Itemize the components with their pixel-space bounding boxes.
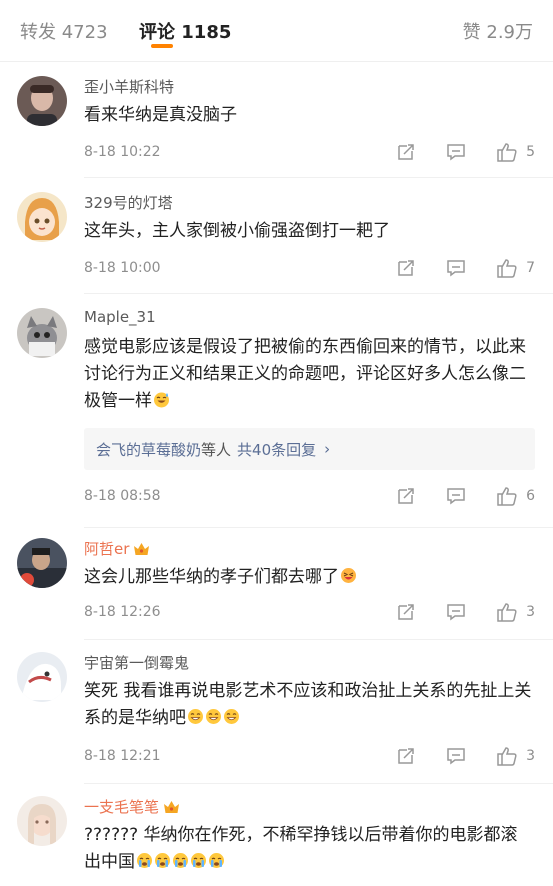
reply-button[interactable] bbox=[446, 142, 466, 162]
active-tab-indicator bbox=[151, 44, 173, 48]
reply-button[interactable] bbox=[446, 486, 466, 506]
comment-icon bbox=[447, 488, 465, 505]
comment-text-content: 笑死 我看谁再说电影艺术不应该和政治扯上关系的先扯上关系的是华纳吧 bbox=[84, 681, 532, 728]
username[interactable]: 歪小羊斯科特 bbox=[84, 76, 174, 97]
comment-actions: 3 bbox=[396, 601, 535, 623]
thumbs-up-icon bbox=[497, 259, 517, 278]
comment-text-content: 感觉电影应该是假设了把被偷的东西偷回来的情节，以此来讨论行为正义和结果正义的命题… bbox=[84, 337, 526, 411]
reply-user[interactable]: 会飞的草莓酸奶 bbox=[96, 439, 201, 460]
comment-item: Maple_31 感觉电影应该是假设了把被偷的东西偷回来的情节，以此来讨论行为正… bbox=[0, 294, 553, 528]
chevron-right-icon: › bbox=[324, 440, 331, 458]
repost-button[interactable] bbox=[396, 746, 416, 766]
sweat-smile-emoji-icon bbox=[154, 392, 169, 408]
like-count: 5 bbox=[526, 144, 535, 160]
comment-text: 看来华纳是真没脑子 bbox=[84, 105, 237, 125]
comment-text: ?????? 华纳你在作死，不稀罕挣钱以后带着你的电影都滚出中国 bbox=[84, 822, 534, 878]
like-count: 3 bbox=[526, 604, 535, 620]
avatar[interactable] bbox=[17, 538, 67, 588]
comment-text: 笑死 我看谁再说电影艺术不应该和政治扯上关系的先扯上关系的是华纳吧 bbox=[84, 678, 534, 734]
tab-likes[interactable]: 赞 2.9万 bbox=[463, 18, 533, 44]
comment-text: 这年头，主人家倒被小偷强盗倒打一耙了 bbox=[84, 221, 390, 241]
tab-comments[interactable]: 评论 1185 bbox=[139, 18, 231, 44]
username[interactable]: Maple_31 bbox=[84, 308, 156, 326]
reply-preview[interactable]: 会飞的草莓酸奶 等人 共40条回复 › bbox=[84, 428, 535, 470]
thumbs-up-icon bbox=[497, 487, 517, 506]
crying-emoji-icon bbox=[173, 853, 188, 868]
laugh-cry-emoji-icon bbox=[188, 709, 203, 724]
laugh-cry-emoji-icon bbox=[224, 709, 239, 724]
comment-actions: 5 bbox=[396, 141, 535, 163]
username[interactable]: 一支毛笔笔 bbox=[84, 796, 180, 817]
like-count: 6 bbox=[526, 488, 535, 504]
vip-crown-icon bbox=[134, 542, 150, 555]
username[interactable]: 阿哲er bbox=[84, 538, 150, 559]
share-icon bbox=[398, 604, 414, 620]
comment-icon bbox=[447, 604, 465, 621]
comment-icon bbox=[447, 144, 465, 161]
like-button[interactable]: 7 bbox=[496, 257, 535, 279]
reply-button[interactable] bbox=[446, 602, 466, 622]
thumbs-up-icon bbox=[497, 603, 517, 622]
crying-emoji-icon bbox=[209, 853, 224, 868]
repost-button[interactable] bbox=[396, 602, 416, 622]
comment-icon bbox=[447, 260, 465, 277]
repost-button[interactable] bbox=[396, 486, 416, 506]
reply-button[interactable] bbox=[446, 258, 466, 278]
avatar[interactable] bbox=[17, 652, 67, 702]
reply-button[interactable] bbox=[446, 746, 466, 766]
avatar[interactable] bbox=[17, 76, 67, 126]
share-icon bbox=[398, 144, 414, 160]
repost-button[interactable] bbox=[396, 142, 416, 162]
share-icon bbox=[398, 260, 414, 276]
like-button[interactable]: 3 bbox=[496, 745, 535, 767]
comment-time: 8-18 10:22 bbox=[84, 144, 161, 160]
like-count: 3 bbox=[526, 748, 535, 764]
username[interactable]: 329号的灯塔 bbox=[84, 192, 173, 213]
comment-time: 8-18 10:00 bbox=[84, 260, 161, 276]
thumbs-up-icon bbox=[497, 143, 517, 162]
repost-button[interactable] bbox=[396, 258, 416, 278]
crying-emoji-icon bbox=[155, 853, 170, 868]
share-icon bbox=[398, 488, 414, 504]
like-button[interactable]: 5 bbox=[496, 141, 535, 163]
like-count: 7 bbox=[526, 260, 535, 276]
reply-suffix: 等人 bbox=[201, 440, 232, 459]
comment-time: 8-18 12:21 bbox=[84, 748, 161, 764]
reply-count[interactable]: 共40条回复 bbox=[237, 439, 316, 460]
laugh-cry-emoji-icon bbox=[206, 709, 221, 724]
crying-emoji-icon bbox=[191, 853, 206, 868]
like-button[interactable]: 3 bbox=[496, 601, 535, 623]
avatar[interactable] bbox=[17, 308, 67, 358]
comment-actions: 3 bbox=[396, 745, 535, 767]
comment-tabs: 转发 4723 评论 1185 赞 2.9万 bbox=[0, 0, 553, 62]
share-icon bbox=[398, 748, 414, 764]
comment-text: 感觉电影应该是假设了把被偷的东西偷回来的情节，以此来讨论行为正义和结果正义的命题… bbox=[84, 334, 534, 418]
comment-icon bbox=[447, 748, 465, 765]
comment-actions: 6 bbox=[396, 485, 535, 507]
avatar[interactable] bbox=[17, 192, 67, 242]
comment-item: 一支毛笔笔 ?????? 华纳你在作死，不稀罕挣钱以后带着你的电影都滚出中国 bbox=[0, 784, 553, 886]
comment-time: 8-18 12:26 bbox=[84, 604, 161, 620]
tab-repost[interactable]: 转发 4723 bbox=[20, 18, 108, 44]
vip-crown-icon bbox=[164, 800, 180, 813]
like-button[interactable]: 6 bbox=[496, 485, 535, 507]
username-text: 一支毛笔笔 bbox=[84, 798, 160, 816]
username-text: 阿哲er bbox=[84, 540, 130, 558]
comment-text: 这会儿那些华纳的孝子们都去哪了 bbox=[84, 564, 534, 591]
laughing-tongue-emoji-icon bbox=[341, 568, 356, 583]
username[interactable]: 宇宙第一倒霉鬼 bbox=[84, 652, 189, 673]
avatar[interactable] bbox=[17, 796, 67, 846]
comment-item: 阿哲er 这会儿那些华纳的孝子们都去哪了 8-18 12:26 3 bbox=[0, 528, 553, 640]
crying-emoji-icon bbox=[137, 853, 152, 868]
comment-time: 8-18 08:58 bbox=[84, 488, 161, 504]
comment-text-content: 这会儿那些华纳的孝子们都去哪了 bbox=[84, 567, 339, 587]
comment-item: 329号的灯塔 这年头，主人家倒被小偷强盗倒打一耙了 8-18 10:00 7 bbox=[0, 178, 553, 294]
comment-actions: 7 bbox=[396, 257, 535, 279]
comment-item: 宇宙第一倒霉鬼 笑死 我看谁再说电影艺术不应该和政治扯上关系的先扯上关系的是华纳… bbox=[0, 640, 553, 784]
thumbs-up-icon bbox=[497, 747, 517, 766]
comment-item: 歪小羊斯科特 看来华纳是真没脑子 8-18 10:22 5 bbox=[0, 62, 553, 178]
